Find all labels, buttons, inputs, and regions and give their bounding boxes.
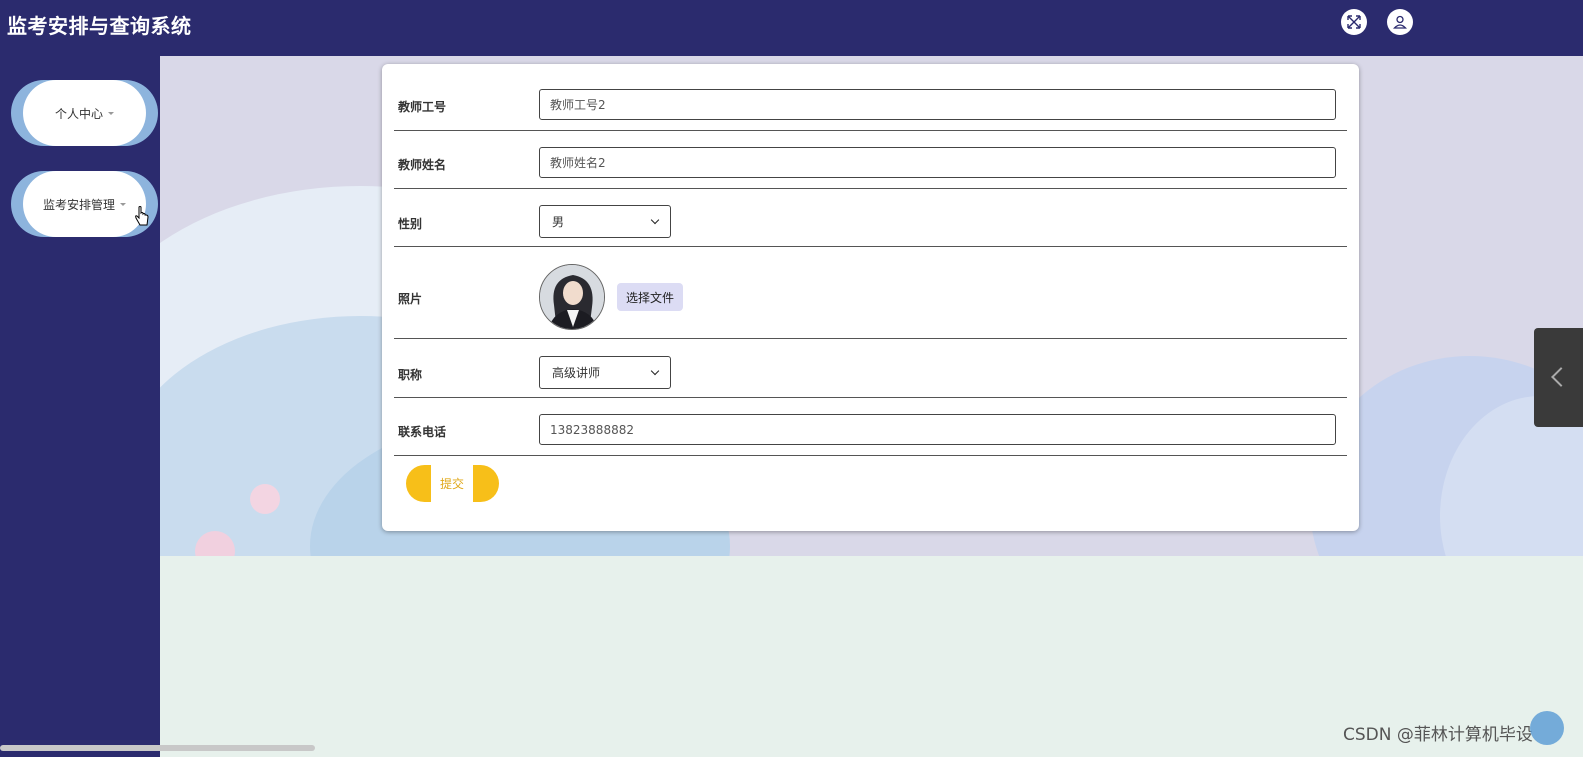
teacher-name-input[interactable]	[539, 147, 1336, 178]
teacher-id-input[interactable]	[539, 89, 1336, 120]
form-row-photo: 照片 选择文件	[394, 247, 1347, 339]
floating-action-button[interactable]	[1530, 711, 1564, 745]
user-icon[interactable]	[1387, 9, 1413, 35]
teacher-photo	[539, 264, 605, 330]
chevron-left-icon	[1551, 367, 1571, 387]
app-title: 监考安排与查询系统	[7, 14, 192, 38]
fullscreen-icon[interactable]	[1341, 9, 1367, 35]
choose-file-button[interactable]: 选择文件	[617, 283, 683, 311]
title-label: 职称	[398, 368, 423, 382]
chevron-down-icon	[650, 366, 660, 376]
caret-down-icon	[108, 111, 114, 115]
form-row-teacher-name: 教师姓名	[394, 131, 1347, 189]
gender-label: 性别	[398, 217, 423, 231]
top-bar: 监考安排与查询系统	[0, 0, 1583, 56]
sidebar-item-label: 监考安排管理	[42, 197, 115, 212]
watermark: CSDN @菲林计算机毕设	[1343, 725, 1533, 745]
gender-select[interactable]: 男	[539, 205, 671, 238]
side-panel-toggle[interactable]	[1534, 328, 1583, 427]
sidebar-item-personal-center[interactable]: 个人中心	[11, 80, 158, 146]
teacher-name-label: 教师姓名	[398, 158, 447, 172]
phone-input[interactable]	[539, 414, 1336, 445]
sidebar: 个人中心 监考安排管理	[0, 56, 160, 757]
sidebar-item-label: 个人中心	[54, 106, 103, 121]
photo-label: 照片	[398, 292, 423, 306]
phone-label: 联系电话	[398, 425, 447, 439]
title-select-value: 高级讲师	[552, 366, 601, 380]
gender-select-value: 男	[552, 215, 565, 229]
form-row-gender: 性别 男	[394, 189, 1347, 247]
horizontal-scrollbar[interactable]	[0, 745, 315, 751]
teacher-id-label: 教师工号	[398, 100, 447, 114]
chevron-down-icon	[650, 215, 660, 225]
form-row-phone: 联系电话	[394, 398, 1347, 456]
submit-button[interactable]: 提交	[406, 465, 499, 502]
form-row-teacher-id: 教师工号	[394, 64, 1347, 131]
title-select[interactable]: 高级讲师	[539, 356, 671, 389]
submit-button-label: 提交	[431, 465, 473, 502]
caret-down-icon	[120, 202, 126, 206]
hand-cursor-icon	[135, 206, 149, 226]
form-row-title: 职称 高级讲师	[394, 339, 1347, 398]
teacher-info-form: 教师工号 教师姓名 性别 男 照片 选择文件 职称 高级讲师	[382, 64, 1359, 531]
